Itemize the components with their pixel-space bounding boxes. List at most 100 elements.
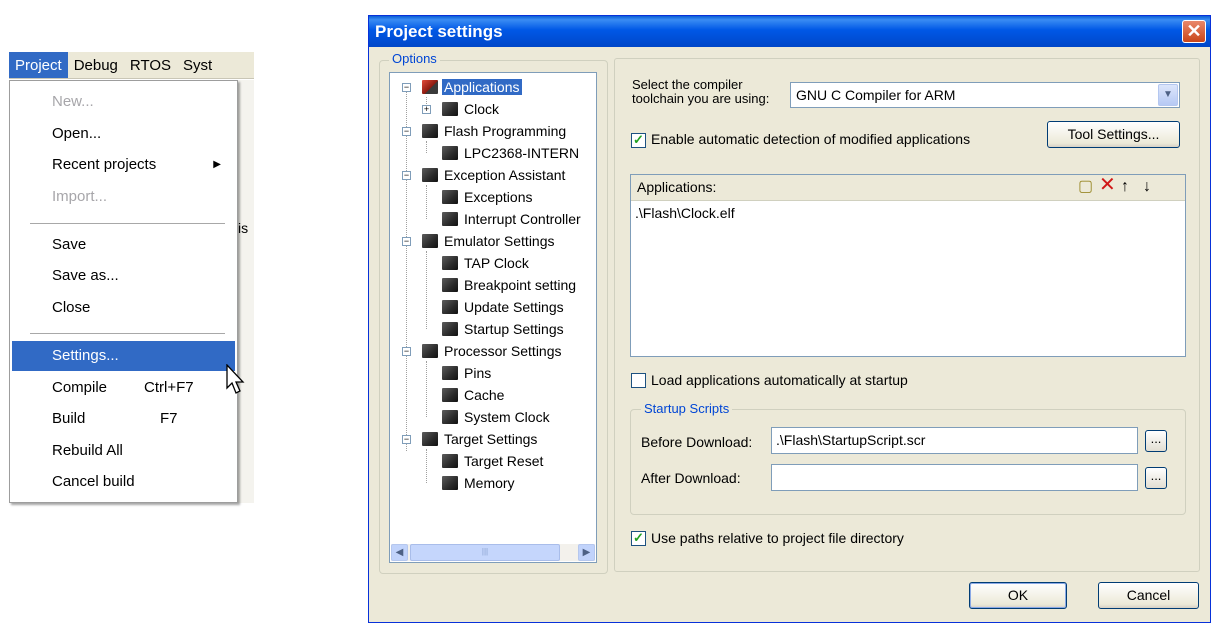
menu-item-close[interactable]: Close <box>12 293 235 323</box>
collapse-icon[interactable]: − <box>402 435 411 444</box>
arrow-down-icon[interactable]: ↓ <box>1143 178 1151 196</box>
before-download-browse-button[interactable]: ... <box>1145 430 1167 452</box>
folder-icon <box>422 344 438 358</box>
tree-line <box>426 185 427 219</box>
scroll-left-icon[interactable]: ◀ <box>391 544 408 561</box>
after-download-browse-button[interactable]: ... <box>1145 467 1167 489</box>
options-tree[interactable]: − Applications + Clock − Flash Programmi… <box>389 72 597 563</box>
tree-item-label: Processor Settings <box>444 343 562 359</box>
collapse-icon[interactable]: − <box>402 347 411 356</box>
tree-item-breakpoint-setting[interactable]: Breakpoint setting <box>442 275 578 295</box>
scrollbar-thumb[interactable]: ||| <box>410 544 560 561</box>
tree-item-label: Update Settings <box>464 299 564 315</box>
auto-detect-checkbox[interactable]: ✓ <box>631 133 646 148</box>
tree-item-pins[interactable]: Pins <box>442 363 493 383</box>
tree-item-memory[interactable]: Memory <box>442 473 517 493</box>
tree-item-target-settings[interactable]: − Target Settings <box>402 429 539 449</box>
folder-icon <box>422 234 438 248</box>
tree-item-target-reset[interactable]: Target Reset <box>442 451 545 471</box>
tree-item-interrupt-controller[interactable]: Interrupt Controller <box>442 209 583 229</box>
tree-item-update-settings[interactable]: Update Settings <box>442 297 566 317</box>
folder-icon <box>442 146 458 160</box>
options-legend: Options <box>389 52 440 66</box>
close-button[interactable]: ✕ <box>1182 20 1206 43</box>
menu-system[interactable]: Syst <box>177 52 218 78</box>
check-icon: ✓ <box>633 530 644 545</box>
tree-line <box>426 449 427 483</box>
dialog-title: Project settings <box>375 22 503 41</box>
tree-item-label: Memory <box>464 475 515 491</box>
after-download-label: After Download: <box>641 470 741 486</box>
tree-item-startup-settings[interactable]: Startup Settings <box>442 319 566 339</box>
menu-item-save-as[interactable]: Save as... <box>12 261 235 291</box>
menu-separator <box>30 223 225 224</box>
menu-item-label: Open... <box>52 125 102 142</box>
tree-item-clock[interactable]: + Clock <box>422 99 501 119</box>
list-item[interactable]: .\Flash\Clock.elf <box>635 205 735 221</box>
after-download-field[interactable] <box>771 464 1138 491</box>
cancel-button[interactable]: Cancel <box>1098 582 1199 609</box>
tree-item-lpc2368[interactable]: LPC2368-INTERN <box>442 143 581 163</box>
folder-icon <box>442 388 458 402</box>
folder-icon <box>442 322 458 336</box>
menu-item-label: Compile <box>52 379 108 396</box>
menu-item-label: Close <box>52 299 91 316</box>
folder-icon <box>442 256 458 270</box>
tree-item-emulator-settings[interactable]: − Emulator Settings <box>402 231 557 251</box>
menu-item-compile[interactable]: Compile Ctrl+F7 <box>12 373 235 403</box>
tree-item-label: TAP Clock <box>464 255 529 271</box>
startup-scripts-legend: Startup Scripts <box>641 402 733 416</box>
load-auto-checkbox[interactable] <box>631 373 646 388</box>
menu-debug[interactable]: Debug <box>68 52 124 78</box>
scroll-right-icon[interactable]: ▶ <box>578 544 595 561</box>
before-download-label: Before Download: <box>641 434 753 450</box>
expand-icon[interactable]: + <box>422 105 431 114</box>
folder-icon <box>422 124 438 138</box>
menu-item-rebuild-all[interactable]: Rebuild All <box>12 436 235 466</box>
applications-header-label: Applications: <box>637 179 717 195</box>
menu-item-open[interactable]: Open... <box>12 119 235 149</box>
arrow-up-icon[interactable]: ↑ <box>1121 178 1129 196</box>
menu-item-settings[interactable]: Settings... <box>12 341 235 371</box>
menu-rtos[interactable]: RTOS <box>124 52 177 78</box>
ok-button[interactable]: OK <box>969 582 1067 609</box>
tree-item-system-clock[interactable]: System Clock <box>442 407 552 427</box>
tree-item-flash-programming[interactable]: − Flash Programming <box>402 121 568 141</box>
menu-item-recent-projects[interactable]: Recent projects ▶ <box>12 150 235 180</box>
collapse-icon[interactable]: − <box>402 171 411 180</box>
compiler-select-value: GNU C Compiler for ARM <box>796 87 956 103</box>
menu-item-label: Rebuild All <box>52 442 123 459</box>
tree-horizontal-scrollbar[interactable]: ◀ ||| ▶ <box>391 544 595 561</box>
menu-item-cancel-build[interactable]: Cancel build <box>12 467 235 497</box>
collapse-icon[interactable]: − <box>402 83 411 92</box>
chevron-down-icon[interactable]: ▼ <box>1158 84 1178 106</box>
tree-item-applications[interactable]: − Applications <box>402 77 522 97</box>
project-menu: New... Open... Recent projects ▶ Import..… <box>9 80 238 503</box>
tree-item-tap-clock[interactable]: TAP Clock <box>442 253 531 273</box>
tree-item-processor-settings[interactable]: − Processor Settings <box>402 341 564 361</box>
menu-item-label: Settings... <box>52 347 119 364</box>
menu-bar: Project Debug RTOS Syst <box>9 52 254 79</box>
menu-project[interactable]: Project <box>9 52 68 78</box>
compiler-select[interactable]: GNU C Compiler for ARM ▼ <box>790 82 1180 108</box>
folder-icon <box>442 212 458 226</box>
menu-item-label: Save as... <box>52 267 119 284</box>
collapse-icon[interactable]: − <box>402 127 411 136</box>
menu-item-build[interactable]: Build F7 <box>12 404 235 434</box>
applications-list[interactable]: Applications: ▢ ✕ ↑ ↓ .\Flash\Clock.elf <box>630 174 1186 357</box>
tree-item-exceptions[interactable]: Exceptions <box>442 187 534 207</box>
tree-item-exception-assistant[interactable]: − Exception Assistant <box>402 165 567 185</box>
menu-item-label: Recent projects <box>52 156 157 173</box>
before-download-field[interactable]: .\Flash\StartupScript.scr <box>771 427 1138 454</box>
tree-item-cache[interactable]: Cache <box>442 385 506 405</box>
tool-settings-button[interactable]: Tool Settings... <box>1047 121 1180 148</box>
new-application-icon[interactable]: ▢ <box>1078 178 1093 196</box>
menu-item-save[interactable]: Save <box>12 230 235 260</box>
delete-icon[interactable]: ✕ <box>1099 175 1116 195</box>
compiler-label-line1: Select the compiler <box>632 77 743 92</box>
tree-item-label: Breakpoint setting <box>464 277 577 293</box>
check-icon: ✓ <box>633 132 644 147</box>
collapse-icon[interactable]: − <box>402 237 411 246</box>
shortcut-label: F7 <box>160 410 178 427</box>
relative-paths-checkbox[interactable]: ✓ <box>631 531 646 546</box>
